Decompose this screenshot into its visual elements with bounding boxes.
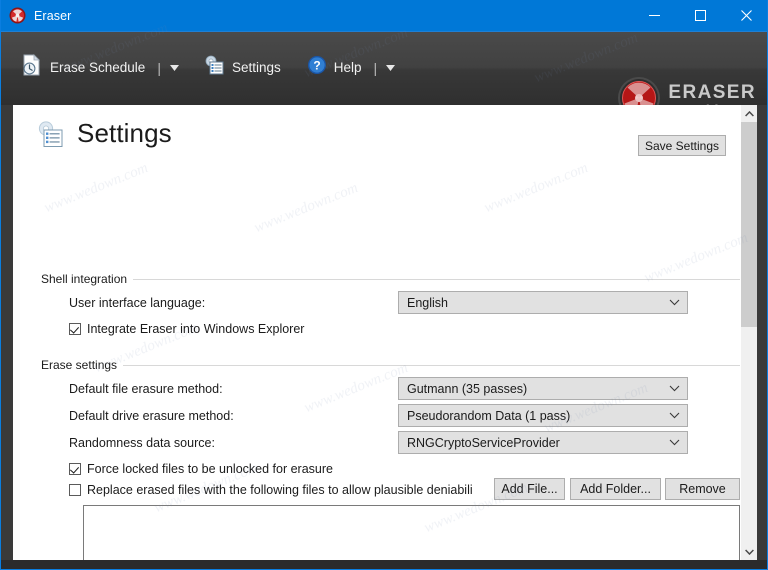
settings-scroll-area: Settings Save Settings Shell integration… [13, 105, 741, 560]
vertical-scrollbar[interactable] [740, 105, 757, 560]
toolbar-item-settings[interactable]: Settings [199, 52, 285, 83]
group-shell-integration: Shell integration [41, 272, 741, 286]
settings-gear-list-icon [203, 54, 225, 81]
label-randomness-data-source: Randomness data source: [69, 436, 215, 450]
help-question-circle-icon: ? [307, 55, 327, 80]
group-divider-line [123, 364, 741, 366]
scroll-up-button[interactable] [741, 105, 757, 122]
minimize-button[interactable] [631, 0, 677, 31]
group-erase-settings: Erase settings [41, 358, 741, 372]
combo-randomness-data-source[interactable]: RNGCryptoServiceProvider [398, 431, 688, 454]
toolbar-items: Erase Schedule | Settings ? Help | [17, 52, 397, 83]
eraser-radiation-icon [9, 7, 26, 24]
brand-name: ERASER [668, 81, 756, 103]
svg-text:?: ? [313, 59, 320, 73]
checkbox-box-force-unlock[interactable] [69, 463, 81, 475]
combo-value-language: English [407, 295, 448, 310]
toolbar-item-help[interactable]: ? Help [303, 53, 366, 82]
toolbar-label-settings: Settings [231, 60, 281, 75]
label-default-file-erasure-method: Default file erasure method: [69, 382, 223, 396]
checkbox-box-replace-erased-files[interactable] [69, 484, 81, 496]
title-bar-left: Eraser [1, 7, 71, 24]
toolbar-separator-2: | [373, 59, 378, 76]
label-user-interface-language: User interface language: [69, 296, 206, 310]
add-folder-button[interactable]: Add Folder... [570, 478, 661, 500]
chevron-down-icon [667, 439, 681, 446]
group-header-shell-integration: Shell integration [41, 272, 741, 286]
replacement-files-listbox[interactable] [83, 505, 740, 560]
maximize-button[interactable] [677, 0, 723, 31]
chevron-down-icon [667, 385, 681, 392]
save-settings-button[interactable]: Save Settings [638, 135, 726, 156]
add-file-button[interactable]: Add File... [494, 478, 565, 500]
settings-content-panel: Settings Save Settings Shell integration… [13, 105, 757, 560]
chevron-down-icon [667, 412, 681, 419]
title-bar: Eraser [1, 0, 767, 31]
scrollbar-thumb[interactable] [741, 122, 757, 327]
checkbox-box-integrate-explorer[interactable] [69, 323, 81, 335]
checkbox-force-unlock[interactable]: Force locked files to be unlocked for er… [69, 462, 333, 476]
group-header-erase-settings: Erase settings [41, 358, 741, 372]
checkbox-label-replace-erased-files: Replace erased files with the following … [87, 483, 473, 497]
checkbox-label-integrate-explorer: Integrate Eraser into Windows Explorer [87, 322, 305, 336]
checkbox-integrate-explorer[interactable]: Integrate Eraser into Windows Explorer [69, 322, 304, 336]
help-dropdown-caret-icon[interactable] [384, 61, 397, 74]
combo-default-drive-erasure-method[interactable]: Pseudorandom Data (1 pass) [398, 404, 688, 427]
toolbar-label-erase-schedule: Erase Schedule [50, 60, 146, 75]
page-header: Settings [35, 118, 172, 149]
main-toolbar: Erase Schedule | Settings ? Help | ERASE… [1, 31, 767, 119]
page-title: Settings [77, 118, 172, 148]
combo-value-randomness-source: RNGCryptoServiceProvider [407, 435, 560, 450]
toolbar-label-help: Help [333, 60, 362, 75]
window-controls [631, 0, 767, 31]
group-title-shell-integration: Shell integration [41, 272, 128, 286]
combo-value-drive-method: Pseudorandom Data (1 pass) [407, 408, 571, 423]
erase-schedule-dropdown-caret-icon[interactable] [168, 61, 181, 74]
checkbox-replace-erased-files[interactable]: Replace erased files with the following … [69, 483, 473, 497]
chevron-down-icon [667, 299, 681, 306]
close-button[interactable] [723, 0, 767, 31]
toolbar-item-erase-schedule[interactable]: Erase Schedule [17, 52, 149, 83]
combo-default-file-erasure-method[interactable]: Gutmann (35 passes) [398, 377, 688, 400]
scroll-down-button[interactable] [741, 543, 757, 560]
eraser-main-window: Eraser Erase Schedule | Settings ? Help … [0, 0, 768, 570]
schedule-document-clock-icon [21, 54, 43, 81]
window-bottom-strip [1, 560, 767, 569]
settings-page-icon [35, 119, 65, 149]
checkbox-label-force-unlock: Force locked files to be unlocked for er… [87, 462, 333, 476]
group-title-erase-settings: Erase settings [41, 358, 118, 372]
toolbar-separator-1: | [157, 59, 161, 76]
remove-button[interactable]: Remove [665, 478, 740, 500]
group-divider-line [133, 278, 741, 280]
combo-value-file-method: Gutmann (35 passes) [407, 381, 528, 396]
window-title: Eraser [34, 8, 72, 23]
combo-user-interface-language[interactable]: English [398, 291, 688, 314]
label-default-drive-erasure-method: Default drive erasure method: [69, 409, 234, 423]
